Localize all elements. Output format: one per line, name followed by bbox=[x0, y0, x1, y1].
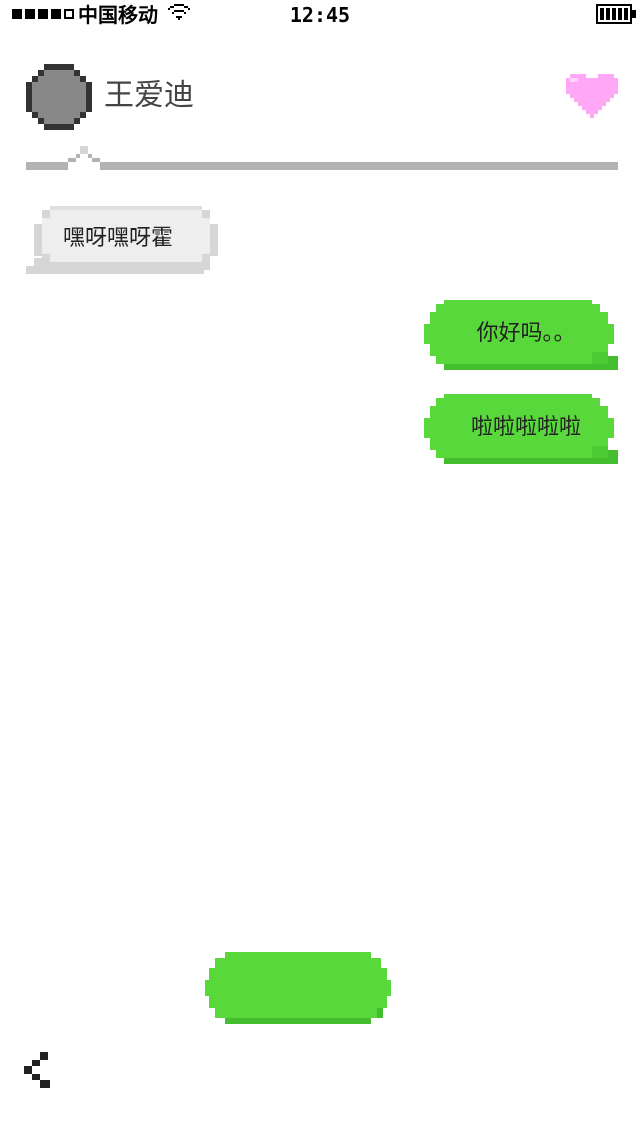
chat-header: 王爱迪 bbox=[0, 60, 640, 170]
battery-icon bbox=[596, 4, 636, 24]
message-text: 啦啦啦啦啦 bbox=[470, 415, 581, 440]
contact-name: 王爱迪 bbox=[104, 78, 194, 113]
status-time: 12:45 bbox=[289, 3, 351, 27]
record-button[interactable] bbox=[205, 952, 391, 1024]
message-list[interactable]: 嘿呀嘿呀霍 你好吗。。 啦啦啦啦啦 bbox=[0, 190, 640, 950]
back-chevron-icon[interactable] bbox=[24, 1052, 50, 1088]
message-text: 嘿呀嘿呀霍 bbox=[62, 226, 173, 251]
header-divider bbox=[26, 146, 618, 170]
incoming-message[interactable]: 嘿呀嘿呀霍 bbox=[26, 206, 218, 274]
status-bar: 中国移动 12:45 bbox=[0, 0, 640, 30]
avatar-icon[interactable] bbox=[26, 64, 92, 130]
message-text: 你好吗。。 bbox=[476, 321, 576, 346]
outgoing-message[interactable]: 你好吗。。 bbox=[424, 300, 618, 370]
heart-icon[interactable] bbox=[566, 74, 618, 118]
outgoing-message[interactable]: 啦啦啦啦啦 bbox=[424, 394, 618, 464]
